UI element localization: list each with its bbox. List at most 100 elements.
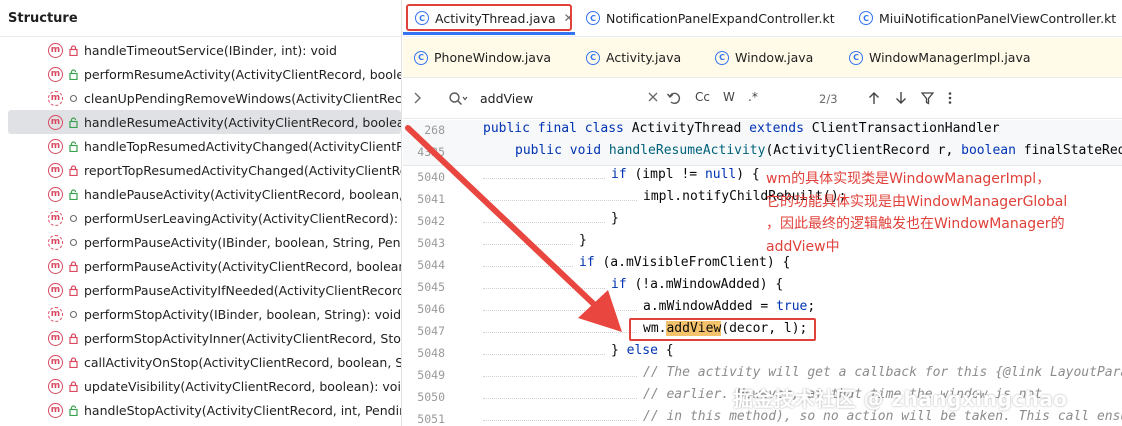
indent-guide: [483, 376, 637, 377]
line-number: 5044: [417, 258, 445, 272]
editor-tab-bar-secondary: C PhoneWindow.java C Activity.java C Win…: [403, 38, 1122, 78]
method-icon: m: [48, 42, 63, 58]
member-label: handlePauseActivity(ActivityClientRecord…: [84, 186, 401, 202]
tab-notification-panel-expand-controller[interactable]: C NotificationPanelExpandController.kt: [586, 0, 835, 36]
unlock-icon: [68, 68, 78, 80]
indent-guide: [483, 420, 637, 421]
java-class-icon: C: [414, 50, 428, 65]
tab-phone-window[interactable]: C PhoneWindow.java: [414, 38, 551, 77]
line-number: 5049: [417, 368, 445, 382]
tab-label: Window.java: [735, 50, 814, 65]
structure-member[interactable]: m performPauseActivityIfNeeded(ActivityCl…: [0, 278, 401, 302]
search-icon[interactable]: [448, 91, 468, 110]
annotation-line: addView中: [766, 238, 840, 255]
indent-guide: [483, 200, 637, 201]
method-icon: m: [48, 258, 63, 274]
watermark: 掘金技术社区 @ zhangxingchao: [733, 387, 1068, 411]
code-editor[interactable]: 268 public final class ActivityThread ex…: [403, 120, 1122, 426]
package-visibility-icon: [68, 238, 78, 247]
unlock-icon: [68, 116, 78, 128]
active-tab-indicator: [403, 32, 575, 35]
lock-icon: [68, 260, 78, 272]
search-history-icon[interactable]: [666, 90, 682, 109]
tab-activity-thread[interactable]: C ActivityThread.java ✕: [403, 0, 575, 36]
tab-label: Activity.java: [606, 50, 682, 65]
method-icon: m: [48, 234, 63, 250]
structure-member[interactable]: m handleTimeoutService(IBinder, int): voi…: [0, 38, 401, 62]
tab-miui-notification-panel-view-controller[interactable]: C MiuiNotificationPanelViewController.kt: [859, 0, 1116, 36]
code-line[interactable]: if (a.mVisibleFromClient) {: [579, 255, 790, 270]
kotlin-class-icon: C: [586, 11, 600, 25]
member-label: performResumeActivity(ActivityClientReco…: [84, 66, 401, 82]
lock-icon: [68, 356, 78, 368]
structure-member[interactable]: m updateVisibility(ActivityClientRecord, …: [0, 374, 401, 398]
tab-window[interactable]: C Window.java: [715, 38, 813, 77]
whole-word-toggle[interactable]: W: [723, 90, 735, 104]
structure-member[interactable]: m callActivityOnStop(ActivityClientRecord…: [0, 350, 401, 374]
arrow-up-icon[interactable]: [868, 91, 880, 108]
structure-member[interactable]: m handleStopActivity(ActivityClientRecord…: [0, 398, 401, 422]
structure-member[interactable]: m performPauseActivity(IBinder, boolean, …: [0, 230, 401, 254]
indent-guide: [483, 244, 573, 245]
arrow-down-icon[interactable]: [895, 91, 907, 108]
code-line[interactable]: }: [579, 233, 587, 248]
clear-search-icon[interactable]: [647, 90, 659, 107]
method-icon: m: [48, 138, 63, 154]
code-line[interactable]: // The activity will get a callback for …: [643, 365, 1122, 380]
method-icon: m: [48, 402, 63, 418]
highlight-box: [629, 318, 816, 341]
sticky-method-declaration[interactable]: public void handleResumeActivity(Activit…: [515, 143, 1122, 158]
method-icon: m: [48, 90, 63, 106]
member-label: performPauseActivity(ActivityClientRecor…: [84, 258, 401, 274]
method-icon: m: [48, 378, 63, 394]
structure-title: Structure: [0, 0, 401, 37]
structure-member[interactable]: m performStopActivityInner(ActivityClient…: [0, 326, 401, 350]
indent-guide: [483, 354, 605, 355]
method-icon: m: [48, 330, 63, 346]
line-number: 5042: [417, 214, 445, 228]
code-line[interactable]: if (!a.mWindowAdded) {: [611, 277, 783, 292]
tab-activity[interactable]: C Activity.java: [586, 38, 681, 77]
lock-icon: [68, 380, 78, 392]
member-label: cleanUpPendingRemoveWindows(ActivityClie…: [84, 90, 401, 106]
line-number: 5048: [417, 346, 445, 360]
regex-toggle[interactable]: .*: [748, 90, 758, 104]
structure-member[interactable]: m cleanUpPendingRemoveWindows(ActivityCli…: [0, 86, 401, 110]
code-line[interactable]: if (impl != null) {: [611, 167, 760, 182]
structure-member[interactable]: m handlePauseActivity(ActivityClientRecor…: [0, 182, 401, 206]
structure-member[interactable]: m handleResumeActivity(ActivityClientReco…: [8, 110, 401, 134]
tab-window-manager-impl[interactable]: C WindowManagerImpl.java: [849, 38, 1031, 77]
structure-member[interactable]: m performResumeActivity(ActivityClientRec…: [0, 62, 401, 86]
find-input[interactable]: [480, 91, 630, 106]
code-line[interactable]: a.mWindowAdded = true;: [643, 299, 815, 314]
structure-panel: Structure m handleTimeoutService(IBinder,…: [0, 0, 402, 426]
package-visibility-icon: [68, 94, 78, 103]
line-number: 5040: [417, 170, 445, 184]
structure-member[interactable]: m reportTopResumedActivityChanged(Activit…: [0, 158, 401, 182]
tab-label: WindowManagerImpl.java: [869, 50, 1031, 65]
more-options-icon[interactable]: [948, 91, 952, 108]
method-icon: m: [48, 162, 63, 178]
member-label: handleTimeoutService(IBinder, int): void: [84, 42, 337, 58]
filter-icon[interactable]: [920, 91, 935, 108]
method-icon: m: [48, 210, 63, 226]
unlock-icon: [68, 404, 78, 416]
line-number: 268: [424, 123, 445, 137]
sticky-class-declaration[interactable]: public final class ActivityThread extend…: [483, 121, 1000, 136]
java-class-icon: C: [849, 50, 863, 65]
method-icon: m: [48, 114, 63, 130]
structure-member[interactable]: m performStopActivity(IBinder, boolean, S…: [0, 302, 401, 326]
kotlin-class-icon: C: [859, 11, 873, 25]
code-line[interactable]: }: [611, 211, 619, 226]
package-visibility-icon: [68, 214, 78, 223]
match-count: 2/3: [819, 92, 838, 106]
structure-member[interactable]: m performUserLeavingActivity(ActivityClie…: [0, 206, 401, 230]
structure-member[interactable]: m performPauseActivity(ActivityClientReco…: [0, 254, 401, 278]
structure-member[interactable]: m handleTopResumedActivityChanged(Activit…: [0, 134, 401, 158]
annotation-note: wm的具体实现类是WindowManagerImpl， 它的功能具体实现是由Wi…: [766, 168, 1106, 258]
highlight-box: [406, 4, 572, 31]
chevron-right-icon[interactable]: [412, 91, 422, 108]
match-case-toggle[interactable]: Cc: [695, 90, 710, 104]
indent-guide: [483, 288, 605, 289]
code-line[interactable]: } else {: [611, 343, 674, 358]
